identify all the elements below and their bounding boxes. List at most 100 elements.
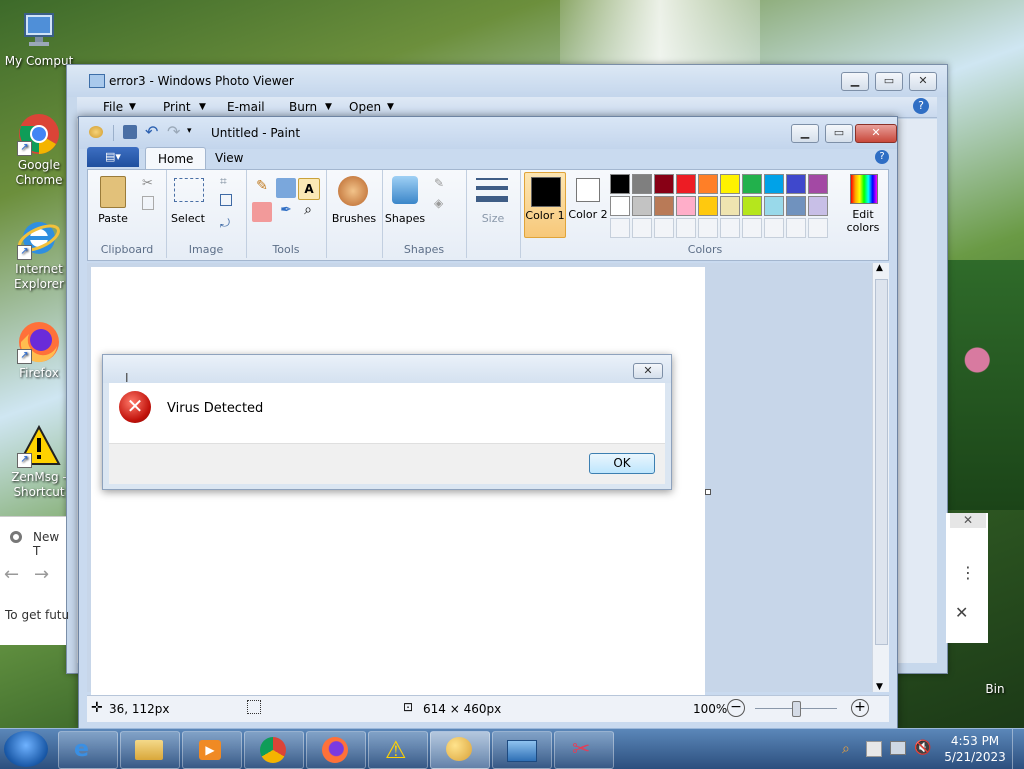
color-swatch[interactable] bbox=[698, 218, 718, 238]
network-icon[interactable] bbox=[890, 741, 906, 755]
chevron-down-icon[interactable]: ▼ bbox=[129, 102, 136, 112]
chevron-down-icon[interactable]: ▼ bbox=[325, 102, 332, 112]
brushes-icon[interactable] bbox=[338, 176, 368, 206]
color-swatch[interactable] bbox=[676, 174, 696, 194]
undo-icon[interactable]: ↶ bbox=[145, 122, 158, 141]
paint-titlebar[interactable]: ↶ ↷ ▾ Untitled - Paint ▁ ▭ ✕ bbox=[79, 117, 897, 149]
virus-dialog[interactable]: I ✕ ✕ Virus Detected OK bbox=[102, 354, 672, 490]
eraser-icon[interactable] bbox=[252, 202, 272, 222]
clock[interactable]: 4:53 PM 5/21/2023 bbox=[944, 733, 1006, 765]
select-icon[interactable] bbox=[174, 178, 204, 202]
color2-selector[interactable]: Color 2 bbox=[568, 172, 608, 236]
fill-bucket-icon[interactable] bbox=[276, 178, 296, 198]
chevron-down-icon[interactable]: ▼ bbox=[387, 102, 394, 112]
start-button[interactable] bbox=[4, 731, 48, 767]
dialog-titlebar[interactable]: I ✕ bbox=[103, 355, 671, 385]
zoom-slider-thumb[interactable] bbox=[792, 701, 801, 717]
desktop-icon-chrome[interactable]: ↗ Google Chrome bbox=[4, 112, 74, 188]
vertical-scrollbar[interactable]: ▲ ▼ bbox=[872, 263, 889, 692]
fill-icon[interactable]: ◈ bbox=[434, 196, 443, 210]
color-swatch[interactable] bbox=[698, 196, 718, 216]
crop-icon[interactable]: ⌗ bbox=[220, 174, 227, 189]
outline-icon[interactable]: ✎ bbox=[434, 176, 444, 190]
scroll-down-arrow-icon[interactable]: ▼ bbox=[876, 682, 883, 692]
color-swatch[interactable] bbox=[764, 174, 784, 194]
help-icon[interactable]: ? bbox=[913, 98, 929, 114]
scroll-up-arrow-icon[interactable]: ▲ bbox=[876, 263, 883, 273]
color-swatch[interactable] bbox=[632, 174, 652, 194]
taskbar-chrome-button[interactable] bbox=[244, 731, 304, 769]
color-swatch[interactable] bbox=[698, 174, 718, 194]
close-icon[interactable]: ✕ bbox=[955, 603, 968, 622]
maximize-button[interactable]: ▭ bbox=[825, 124, 853, 143]
color-swatch[interactable] bbox=[808, 174, 828, 194]
taskbar-paint-button[interactable] bbox=[430, 731, 490, 769]
magnifier-icon[interactable]: ⌕ bbox=[298, 202, 318, 222]
show-desktop-button[interactable] bbox=[1012, 729, 1024, 769]
color-swatch[interactable] bbox=[808, 196, 828, 216]
file-menu-button[interactable]: ▤▾ bbox=[87, 147, 139, 167]
tab-home[interactable]: Home bbox=[145, 147, 207, 170]
taskbar-media-button[interactable]: ▶ bbox=[182, 731, 242, 769]
edit-colors-button[interactable]: Edit colors bbox=[838, 172, 886, 236]
taskbar-snipping-button[interactable]: ✂ bbox=[554, 731, 614, 769]
action-center-icon[interactable] bbox=[866, 741, 882, 757]
color1-selector[interactable]: Color 1 bbox=[524, 172, 566, 238]
desktop-icon-firefox[interactable]: ↗ Firefox bbox=[4, 320, 74, 381]
search-icon[interactable]: ⌕ bbox=[842, 741, 850, 757]
color-swatch[interactable] bbox=[742, 196, 762, 216]
color-swatch[interactable] bbox=[764, 196, 784, 216]
taskbar-photo-viewer-button[interactable] bbox=[492, 731, 552, 769]
desktop-icon-zenmsg[interactable]: ↗ ZenMsg - Shortcut bbox=[4, 424, 74, 500]
menu-burn[interactable]: Burn bbox=[289, 100, 317, 114]
shapes-button[interactable]: Shapes bbox=[382, 212, 428, 225]
color-swatch[interactable] bbox=[720, 174, 740, 194]
copy-icon[interactable] bbox=[142, 196, 154, 210]
color-swatch[interactable] bbox=[786, 174, 806, 194]
color-swatch[interactable] bbox=[610, 196, 630, 216]
close-icon[interactable]: ✕ bbox=[950, 513, 986, 528]
color-swatch[interactable] bbox=[808, 218, 828, 238]
ok-button[interactable]: OK bbox=[589, 453, 655, 474]
close-button[interactable]: ✕ bbox=[633, 363, 663, 379]
menu-file[interactable]: File bbox=[103, 100, 123, 114]
desktop-icon-recycle-bin[interactable]: Bin bbox=[970, 682, 1020, 697]
desktop-icon-computer[interactable]: My Comput bbox=[4, 8, 74, 69]
taskbar-ie-button[interactable]: e bbox=[58, 731, 118, 769]
menu-print[interactable]: Print bbox=[163, 100, 191, 114]
color-swatch[interactable] bbox=[764, 218, 784, 238]
customize-quick-access-icon[interactable]: ▾ bbox=[187, 126, 192, 136]
back-arrow-icon[interactable]: ← bbox=[4, 564, 19, 585]
brushes-button[interactable]: Brushes bbox=[326, 212, 382, 225]
help-icon[interactable]: ? bbox=[875, 150, 889, 164]
color-swatch[interactable] bbox=[676, 196, 696, 216]
canvas-resize-handle[interactable] bbox=[705, 489, 711, 495]
redo-icon[interactable]: ↷ bbox=[167, 122, 180, 141]
rotate-icon[interactable]: ⤾ bbox=[220, 216, 230, 231]
color-swatch[interactable] bbox=[654, 218, 674, 238]
taskbar-explorer-button[interactable] bbox=[120, 731, 180, 769]
zoom-in-icon[interactable]: + bbox=[851, 699, 869, 717]
select-button[interactable]: Select bbox=[166, 212, 210, 225]
pencil-icon[interactable]: ✎ bbox=[252, 178, 272, 198]
photo-viewer-titlebar[interactable]: error3 - Windows Photo Viewer ▁ ▭ ✕ bbox=[67, 65, 947, 97]
chevron-down-icon[interactable]: ▼ bbox=[199, 102, 206, 112]
color-swatch[interactable] bbox=[786, 218, 806, 238]
maximize-button[interactable]: ▭ bbox=[875, 72, 903, 91]
color-swatch[interactable] bbox=[676, 218, 696, 238]
color-swatch[interactable] bbox=[720, 196, 740, 216]
forward-arrow-icon[interactable]: → bbox=[34, 564, 49, 585]
taskbar-zenmsg-button[interactable]: ⚠ bbox=[368, 731, 428, 769]
browser-tab-title[interactable]: New T bbox=[33, 530, 66, 558]
chrome-window-fragment[interactable]: New T ← → To get futu bbox=[0, 516, 69, 645]
minimize-button[interactable]: ▁ bbox=[791, 124, 819, 143]
paste-button[interactable]: Paste bbox=[90, 212, 136, 225]
paste-icon[interactable] bbox=[100, 176, 126, 208]
volume-muted-icon[interactable]: 🔇 bbox=[914, 740, 931, 756]
color-swatch[interactable] bbox=[654, 196, 674, 216]
color-picker-icon[interactable]: ✒ bbox=[276, 202, 296, 222]
size-button[interactable]: Size bbox=[466, 212, 520, 225]
color-swatch[interactable] bbox=[610, 174, 630, 194]
close-button[interactable]: ✕ bbox=[855, 124, 897, 143]
close-button[interactable]: ✕ bbox=[909, 72, 937, 91]
